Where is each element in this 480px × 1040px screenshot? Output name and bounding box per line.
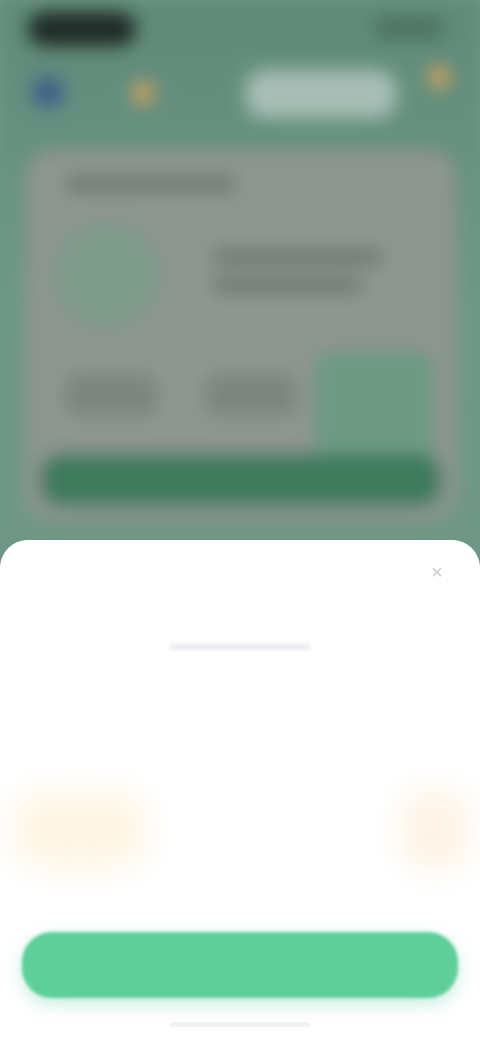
coin-icon bbox=[428, 66, 450, 88]
app-icon bbox=[34, 78, 62, 106]
sheet-title-underline bbox=[170, 644, 310, 650]
feature-column bbox=[210, 730, 300, 900]
status-bar-pill bbox=[28, 12, 136, 46]
primary-action-button[interactable] bbox=[22, 932, 458, 998]
gauge-graphic bbox=[52, 220, 162, 330]
feature-column bbox=[300, 730, 450, 900]
card-title bbox=[66, 176, 236, 192]
card-action-bar bbox=[42, 455, 440, 505]
coin-icon bbox=[132, 82, 154, 104]
card-tile bbox=[314, 350, 434, 460]
close-icon[interactable]: × bbox=[424, 560, 450, 586]
home-indicator bbox=[170, 1022, 310, 1027]
background-card bbox=[26, 150, 456, 520]
status-bar-icons bbox=[374, 18, 444, 38]
feature-column bbox=[20, 730, 180, 900]
card-text-line bbox=[212, 250, 382, 264]
card-stat bbox=[66, 375, 156, 415]
card-stat bbox=[206, 375, 296, 415]
bottom-sheet: × bbox=[0, 540, 480, 1040]
card-text-line bbox=[212, 278, 362, 292]
header-search-pill bbox=[246, 70, 396, 118]
